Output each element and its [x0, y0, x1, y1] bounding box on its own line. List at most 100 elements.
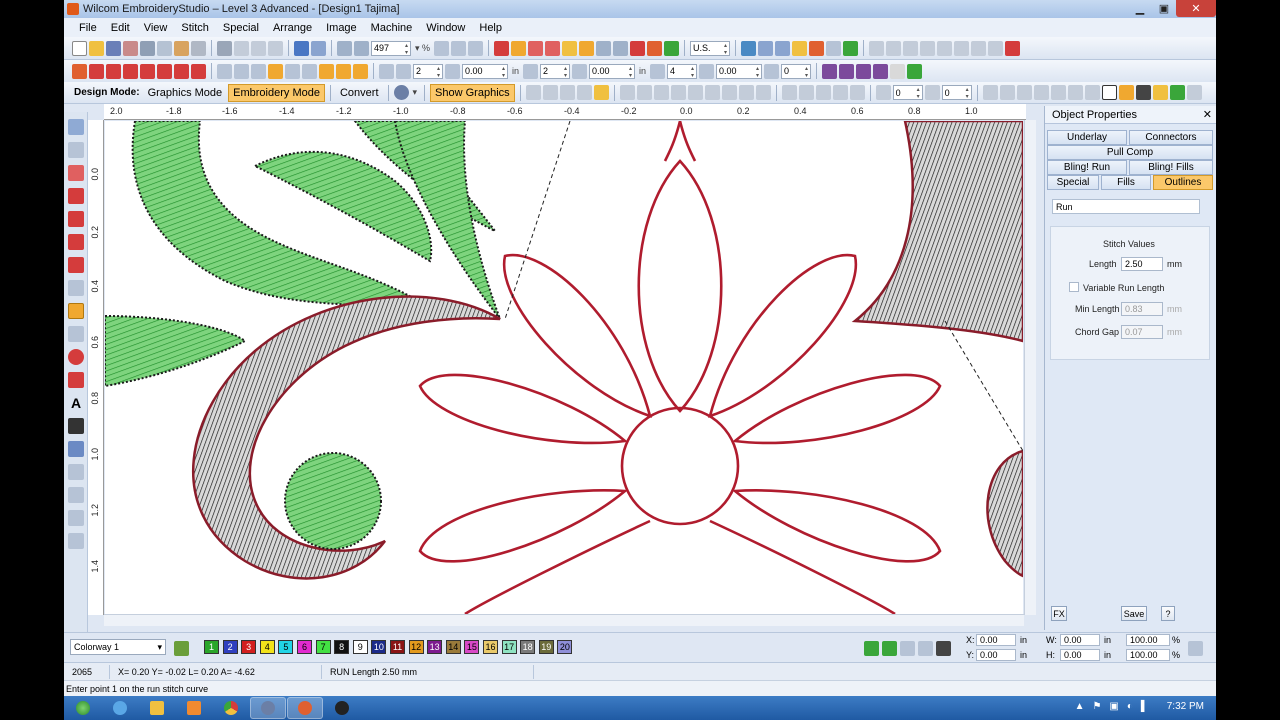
width-field[interactable]: 0.00: [1060, 634, 1100, 646]
undo-icon[interactable]: [294, 40, 309, 56]
transform-4-icon[interactable]: [576, 85, 592, 100]
properties-icon[interactable]: [191, 40, 206, 56]
record-icon[interactable]: [1005, 40, 1021, 56]
save-icon[interactable]: [106, 40, 121, 56]
vertical-scrollbar[interactable]: [1024, 120, 1036, 615]
transform-3-icon[interactable]: [559, 85, 575, 100]
taskbar-app1-icon[interactable]: [250, 697, 286, 719]
color-chip-5[interactable]: 5: [278, 640, 294, 654]
lettering-tool-icon[interactable]: A: [68, 395, 84, 411]
menu-image[interactable]: Image: [319, 22, 364, 34]
tab-connectors[interactable]: Connectors: [1129, 130, 1213, 145]
arrange-7-icon[interactable]: [971, 40, 987, 56]
close-button[interactable]: ✕: [1176, 0, 1216, 17]
digitize-outline-icon[interactable]: [68, 280, 84, 296]
arrange-1-icon[interactable]: [869, 40, 885, 56]
zoom-icon[interactable]: [337, 40, 352, 56]
palette-settings-icon[interactable]: [174, 641, 189, 656]
show-grid-icon[interactable]: [579, 40, 595, 56]
cols-icon[interactable]: [572, 63, 588, 79]
min-length-field[interactable]: 0.83: [1121, 302, 1163, 316]
spacing-field-3[interactable]: 0.00: [716, 63, 763, 79]
stitch-type-select[interactable]: Run: [1052, 199, 1200, 214]
arrange-6-icon[interactable]: [954, 40, 970, 56]
color-chip-1[interactable]: 1: [204, 640, 219, 654]
zoom-field[interactable]: 497: [371, 40, 411, 56]
arrange-5-icon[interactable]: [937, 40, 953, 56]
repeat-count-2[interactable]: 2: [540, 63, 571, 79]
tab-fills[interactable]: Fills: [1101, 175, 1151, 190]
mirror-h-icon[interactable]: [815, 85, 831, 100]
bulb-icon[interactable]: [1152, 85, 1168, 100]
step-icon[interactable]: [123, 63, 138, 79]
convert-button[interactable]: Convert: [336, 84, 383, 102]
nudge-3-icon[interactable]: [1016, 85, 1032, 100]
auto-split-icon[interactable]: [302, 63, 317, 79]
monogram-4-icon[interactable]: [873, 63, 889, 79]
color-chip-9[interactable]: 9: [352, 640, 368, 654]
fx-button[interactable]: FX: [1051, 606, 1067, 621]
tree-icon[interactable]: [1169, 85, 1185, 100]
grid-icon[interactable]: [596, 40, 612, 56]
auto-underlay-icon[interactable]: [285, 63, 300, 79]
knife-icon[interactable]: [68, 165, 84, 181]
copy-icon[interactable]: [234, 40, 249, 56]
hoop-icon[interactable]: [613, 40, 629, 56]
show-outlines-icon[interactable]: [511, 40, 527, 56]
panel-close-icon[interactable]: ✕: [1203, 108, 1212, 121]
duplicate-icon[interactable]: [268, 40, 283, 56]
align-right-icon[interactable]: [653, 85, 669, 100]
align-left-icon[interactable]: [619, 85, 635, 100]
taskbar-media-icon[interactable]: [176, 697, 212, 719]
skew-icon[interactable]: [924, 85, 940, 100]
edge-run-icon[interactable]: [234, 63, 249, 79]
menu-file[interactable]: File: [72, 22, 104, 34]
tab-special[interactable]: Special: [1047, 175, 1099, 190]
zoom-box-icon[interactable]: [354, 40, 369, 56]
select-arrow-icon[interactable]: [68, 119, 84, 135]
color-chip-4[interactable]: 4: [259, 640, 275, 654]
stitch-player-icon[interactable]: [647, 40, 663, 56]
system-tray-icons[interactable]: ▲⚑▣◐▌: [1075, 701, 1156, 712]
show-connectors-icon[interactable]: [545, 40, 561, 56]
graphics-mode-button[interactable]: Graphics Mode: [144, 84, 227, 102]
arrange-4-icon[interactable]: [920, 40, 936, 56]
measure-icon[interactable]: [809, 40, 825, 56]
line-tool-icon[interactable]: [68, 326, 84, 342]
tab-outlines[interactable]: Outlines: [1153, 175, 1213, 190]
zigzag-icon[interactable]: [251, 63, 266, 79]
pattern-icon[interactable]: [140, 63, 155, 79]
color-chip-2[interactable]: 2: [222, 640, 238, 654]
arrange-2-icon[interactable]: [886, 40, 902, 56]
x-coord-field[interactable]: 0.00: [976, 634, 1016, 646]
outline-1-icon[interactable]: [319, 63, 334, 79]
transform-2-icon[interactable]: [542, 85, 558, 100]
show-functions-icon[interactable]: [562, 40, 578, 56]
digitize-blanket-icon[interactable]: [68, 234, 84, 250]
color-chip-8[interactable]: 8: [334, 640, 350, 654]
color-chip-12[interactable]: 12: [408, 640, 424, 654]
colorway-select[interactable]: Colorway 1 ▾: [70, 639, 166, 655]
color-chip-14[interactable]: 14: [445, 640, 461, 654]
color-chip-16[interactable]: 16: [483, 640, 498, 654]
menu-machine[interactable]: Machine: [364, 22, 420, 34]
angle-icon[interactable]: [699, 63, 715, 79]
digitize-column-icon[interactable]: [68, 257, 84, 273]
trim-tool-icon[interactable]: [68, 510, 84, 526]
space-even-icon[interactable]: [755, 85, 771, 100]
motif-icon[interactable]: [157, 63, 172, 79]
panel-icon[interactable]: [1186, 85, 1202, 100]
color-chip-20[interactable]: 20: [557, 640, 573, 654]
color-chip-6[interactable]: 6: [297, 640, 312, 654]
color-film-icon[interactable]: [630, 40, 646, 56]
repeat-count-4[interactable]: 0: [781, 63, 812, 79]
tab-pull-comp[interactable]: Pull Comp: [1047, 145, 1213, 160]
spacing-icon[interactable]: [445, 63, 460, 79]
paste-icon[interactable]: [251, 40, 266, 56]
nudge-1-icon[interactable]: [982, 85, 998, 100]
export-icon[interactable]: [123, 40, 138, 56]
maximize-button[interactable]: ▣: [1152, 0, 1176, 17]
arrange-8-icon[interactable]: [988, 40, 1004, 56]
satin-icon[interactable]: [72, 63, 87, 79]
monogram-3-icon[interactable]: [856, 63, 872, 79]
